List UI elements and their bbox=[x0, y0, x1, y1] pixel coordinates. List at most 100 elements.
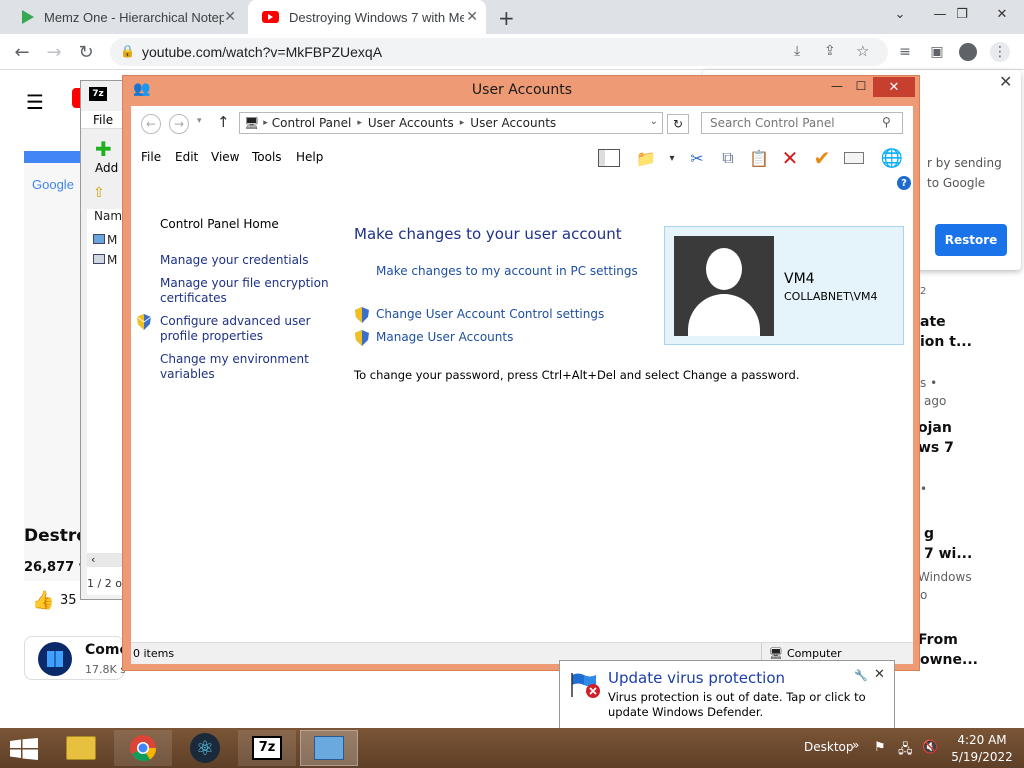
paste-icon[interactable]: 📋 bbox=[746, 146, 772, 170]
up-icon[interactable]: ↑ bbox=[217, 113, 230, 131]
manage-user-accounts-link[interactable]: Manage User Accounts bbox=[376, 330, 513, 344]
control-panel-taskbar-icon[interactable] bbox=[300, 730, 358, 766]
restore-button[interactable]: Restore bbox=[935, 224, 1007, 256]
address-breadcrumb[interactable]: 🖥 ▸ Control Panel ▸ User Accounts ▸ User… bbox=[239, 112, 663, 134]
install-icon[interactable]: ⤓ bbox=[794, 43, 800, 59]
settings-wrench-icon[interactable]: 🔧 bbox=[854, 669, 868, 682]
file-row[interactable]: M bbox=[93, 253, 117, 267]
media-controls-icon[interactable]: ≡ bbox=[895, 42, 915, 62]
chrome-icon[interactable] bbox=[114, 730, 172, 766]
google-logo: Google bbox=[32, 177, 74, 192]
video-player[interactable]: Google bbox=[24, 151, 80, 581]
recent-pages-icon[interactable]: ▾ bbox=[197, 116, 202, 126]
advanced-profile-link[interactable]: Configure advanced user profile properti… bbox=[160, 314, 330, 344]
clock-date[interactable]: 5/19/2022 bbox=[950, 750, 1014, 764]
volume-muted-icon[interactable]: 🔇 bbox=[922, 740, 938, 755]
uac-settings-link[interactable]: Change User Account Control settings bbox=[376, 307, 604, 321]
desktop-label[interactable]: Desktop bbox=[804, 740, 854, 754]
new-tab-icon[interactable]: + bbox=[498, 6, 515, 30]
breadcrumb-user-accounts[interactable]: User Accounts bbox=[368, 116, 454, 130]
manage-credentials-link[interactable]: Manage your credentials bbox=[160, 253, 330, 268]
menu-edit[interactable]: Edit bbox=[175, 150, 198, 164]
start-windows-icon[interactable] bbox=[10, 738, 38, 760]
profile-avatar-icon[interactable] bbox=[958, 42, 978, 62]
close-icon[interactable]: ✕ bbox=[224, 8, 236, 25]
defender-notification[interactable]: Update virus protection Virus protection… bbox=[559, 660, 895, 730]
close-window-icon[interactable]: ✕ bbox=[980, 0, 1024, 28]
menu-tools[interactable]: Tools bbox=[252, 150, 282, 164]
pc-settings-link[interactable]: Make changes to my account in PC setting… bbox=[376, 264, 638, 278]
recommendation-title[interactable]: ojan bbox=[918, 420, 952, 436]
youtube-logo-icon[interactable] bbox=[72, 88, 80, 108]
menu-help[interactable]: Help bbox=[296, 150, 323, 164]
forward-icon[interactable]: → bbox=[42, 40, 66, 64]
hamburger-menu-icon[interactable]: ☰ bbox=[26, 90, 44, 114]
user-avatar-icon[interactable] bbox=[674, 236, 774, 336]
show-hidden-icons-icon[interactable]: » bbox=[852, 738, 859, 752]
back-icon[interactable]: ← bbox=[10, 40, 34, 64]
menu-file[interactable]: File bbox=[141, 150, 161, 164]
back-icon[interactable]: ← bbox=[141, 114, 161, 134]
bookmark-star-icon[interactable]: ☆ bbox=[856, 42, 869, 60]
file-explorer-icon[interactable] bbox=[52, 730, 110, 766]
minimize-icon[interactable]: — bbox=[825, 79, 849, 95]
like-icon[interactable]: 👍 bbox=[32, 590, 54, 611]
close-window-button[interactable]: ✕ bbox=[873, 77, 915, 97]
breadcrumb-user-accounts-current[interactable]: User Accounts bbox=[470, 116, 556, 130]
copy-icon[interactable]: ⧉ bbox=[715, 146, 741, 170]
recommendation-title[interactable]: ate bbox=[920, 314, 946, 330]
search-input[interactable]: Search Control Panel ⚲ bbox=[701, 112, 903, 134]
folder-options-icon[interactable]: 📁 bbox=[633, 146, 659, 170]
environment-variables-link[interactable]: Change my environment variables bbox=[160, 352, 330, 382]
reload-icon[interactable]: ↻ bbox=[74, 40, 98, 64]
channel-avatar[interactable] bbox=[38, 642, 72, 676]
network-icon[interactable]: 🖧 bbox=[898, 740, 913, 762]
search-icon[interactable]: ⚲ bbox=[882, 115, 891, 129]
tab-destroying-windows[interactable]: Destroying Windows 7 with Memz ✕ bbox=[248, 0, 486, 34]
globe-icon[interactable]: 🌐 bbox=[879, 146, 905, 170]
share-icon[interactable]: ⇪ bbox=[824, 43, 836, 59]
maximize-icon[interactable]: ☐ bbox=[849, 79, 873, 95]
up-folder-icon[interactable]: ⇧ bbox=[93, 185, 105, 201]
7zip-taskbar-icon[interactable]: 7z bbox=[238, 730, 296, 766]
control-panel-home-link[interactable]: Control Panel Home bbox=[160, 217, 279, 232]
recommendation-title[interactable]: From bbox=[918, 632, 958, 648]
menu-file[interactable]: File bbox=[93, 113, 113, 127]
more-menu-icon[interactable]: ⋮ bbox=[990, 42, 1010, 62]
refresh-icon[interactable]: ↻ bbox=[667, 114, 689, 134]
restore-icon[interactable]: ❐ bbox=[940, 0, 984, 28]
recommendation-title[interactable]: g bbox=[924, 526, 934, 542]
side-panel-icon[interactable]: ▣ bbox=[927, 42, 947, 62]
close-icon[interactable]: ✕ bbox=[999, 72, 1012, 91]
tab-title: Memz One - Hierarchical Notepad bbox=[44, 9, 224, 25]
properties-check-icon[interactable]: ✔ bbox=[809, 146, 835, 170]
chevron-down-icon[interactable]: ⌄ bbox=[650, 116, 658, 127]
chevron-down-icon[interactable]: ⌄ bbox=[878, 0, 922, 28]
add-icon[interactable]: ✚ bbox=[95, 137, 112, 161]
user-domain: COLLABNET\VM4 bbox=[784, 290, 878, 303]
action-center-flag-icon[interactable]: ⚑ bbox=[874, 740, 886, 755]
7zip-window[interactable]: 7z File ✚ Add ⇧ Name M M ‹ 1 / 2 o bbox=[80, 80, 129, 600]
play-store-icon bbox=[22, 10, 34, 24]
close-icon[interactable]: ✕ bbox=[466, 8, 478, 25]
clock-time[interactable]: 4:20 AM bbox=[950, 733, 1014, 747]
menu-view[interactable]: View bbox=[211, 150, 239, 164]
forward-icon[interactable]: → bbox=[169, 114, 189, 134]
layout-icon[interactable] bbox=[596, 146, 622, 170]
delete-icon[interactable]: ✕ bbox=[777, 146, 803, 170]
cut-icon[interactable]: ✂ bbox=[684, 146, 710, 170]
breadcrumb-control-panel[interactable]: Control Panel bbox=[272, 116, 352, 130]
close-icon[interactable]: ✕ bbox=[874, 667, 885, 682]
rename-icon[interactable] bbox=[841, 146, 867, 170]
react-app-icon[interactable]: ⚛ bbox=[176, 730, 234, 766]
name-column-header[interactable]: Name bbox=[87, 209, 129, 225]
chevron-right-icon: ▸ bbox=[357, 118, 362, 128]
tab-memz-one[interactable]: Memz One - Hierarchical Notepad ✕ bbox=[8, 0, 244, 34]
address-bar[interactable]: 🔒 youtube.com/watch?v=MkFBPZUexqA ⤓ ⇪ ☆ bbox=[110, 38, 888, 66]
file-encryption-link[interactable]: Manage your file encryption certificates bbox=[160, 276, 330, 306]
chevron-down-icon[interactable]: ▾ bbox=[659, 146, 685, 170]
user-tile: VM4 COLLABNET\VM4 bbox=[664, 226, 904, 345]
scroll-left-icon[interactable]: ‹ bbox=[87, 553, 126, 567]
help-icon[interactable]: ? bbox=[897, 176, 911, 190]
file-row[interactable]: M bbox=[93, 233, 117, 247]
